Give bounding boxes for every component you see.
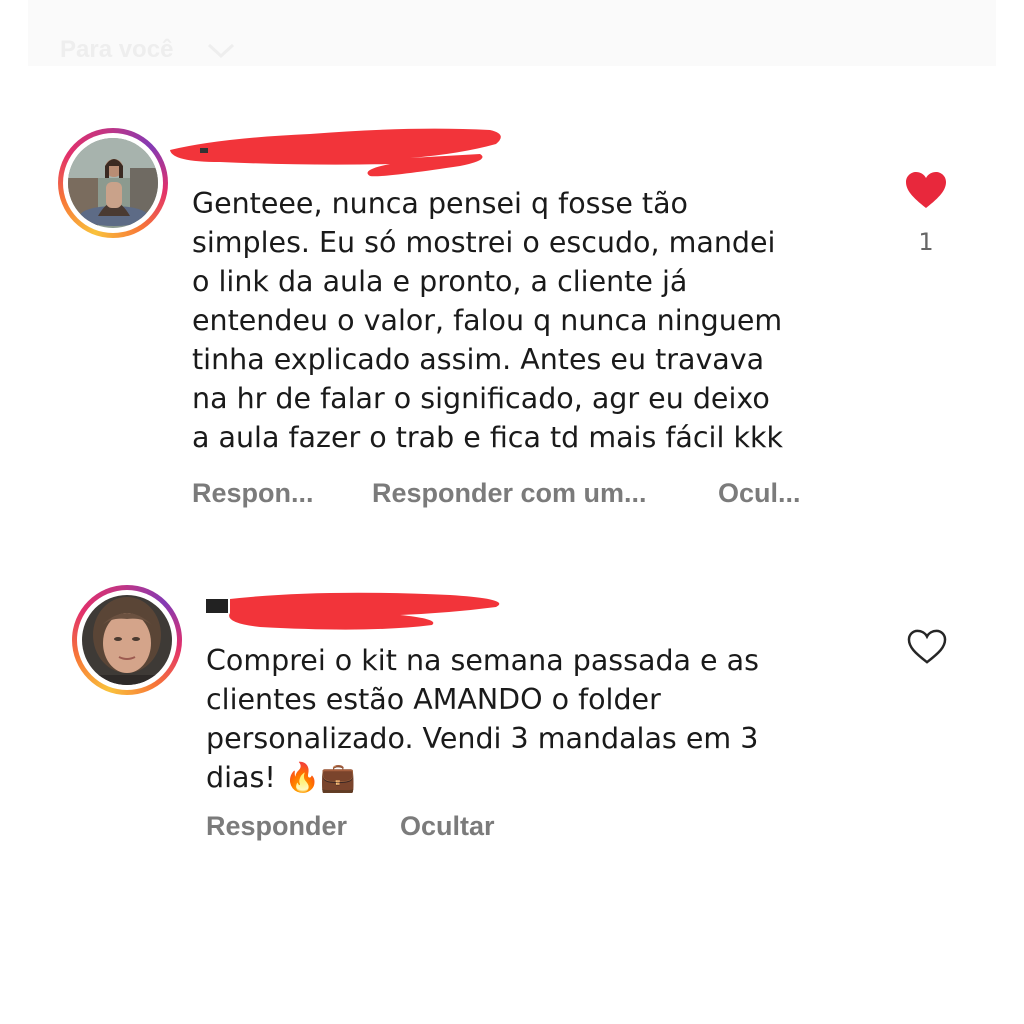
avatar-photo — [82, 595, 172, 685]
redacted-username[interactable] — [200, 585, 520, 635]
comment-item: Comprei o kit na semana passada e as cli… — [0, 0, 1024, 900]
hide-button[interactable]: Ocultar — [400, 811, 495, 842]
comment-text: Comprei o kit na semana passada e as cli… — [206, 644, 759, 794]
reply-button[interactable]: Responder — [206, 811, 347, 842]
heart-outline-icon[interactable] — [906, 628, 948, 666]
avatar[interactable] — [82, 595, 172, 685]
